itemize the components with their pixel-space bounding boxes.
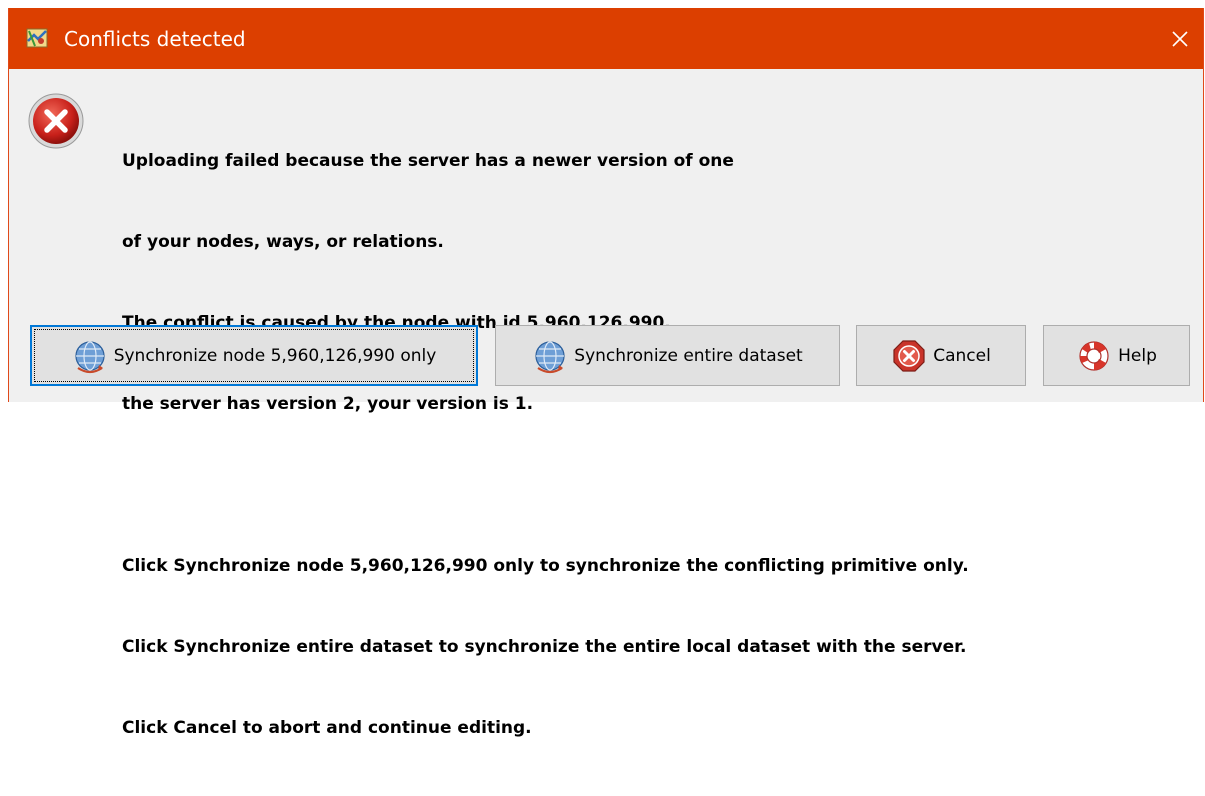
close-icon [1172, 30, 1188, 47]
error-icon [28, 93, 84, 149]
message-line: Click Cancel to abort and continue editi… [122, 718, 532, 738]
message-line: Uploading failed because the server has … [122, 151, 734, 171]
cancel-button[interactable]: Cancel [856, 325, 1026, 386]
window-title: Conflicts detected [64, 27, 246, 51]
message-line [122, 472, 969, 499]
synchronize-node-button[interactable]: Synchronize node 5,960,126,990 only [30, 325, 478, 386]
help-button[interactable]: Help [1043, 325, 1190, 386]
message-line: the server has version 2, your version i… [122, 394, 534, 414]
close-button[interactable] [1157, 8, 1203, 69]
message-line: of your nodes, ways, or relations. [122, 232, 444, 252]
synchronize-node-label: Synchronize node 5,960,126,990 only [113, 345, 437, 366]
message-text: Uploading failed because the server has … [122, 94, 969, 796]
synchronize-dataset-button[interactable]: Synchronize entire dataset [495, 325, 840, 386]
josm-map-icon [26, 28, 48, 48]
message-line: Click Synchronize entire dataset to sync… [122, 637, 967, 657]
lifebuoy-icon [1079, 340, 1109, 371]
globe-sync-icon [535, 340, 565, 373]
globe-sync-icon [75, 340, 105, 373]
cancel-icon [893, 339, 925, 372]
help-label: Help [1118, 345, 1157, 366]
conflict-dialog: Conflicts detected Uploading failed beca… [8, 8, 1204, 738]
cancel-label: Cancel [933, 345, 991, 366]
title-bar: Conflicts detected [9, 8, 1203, 69]
synchronize-dataset-label: Synchronize entire dataset [574, 345, 803, 366]
message-line: Click Synchronize node 5,960,126,990 onl… [122, 556, 969, 576]
